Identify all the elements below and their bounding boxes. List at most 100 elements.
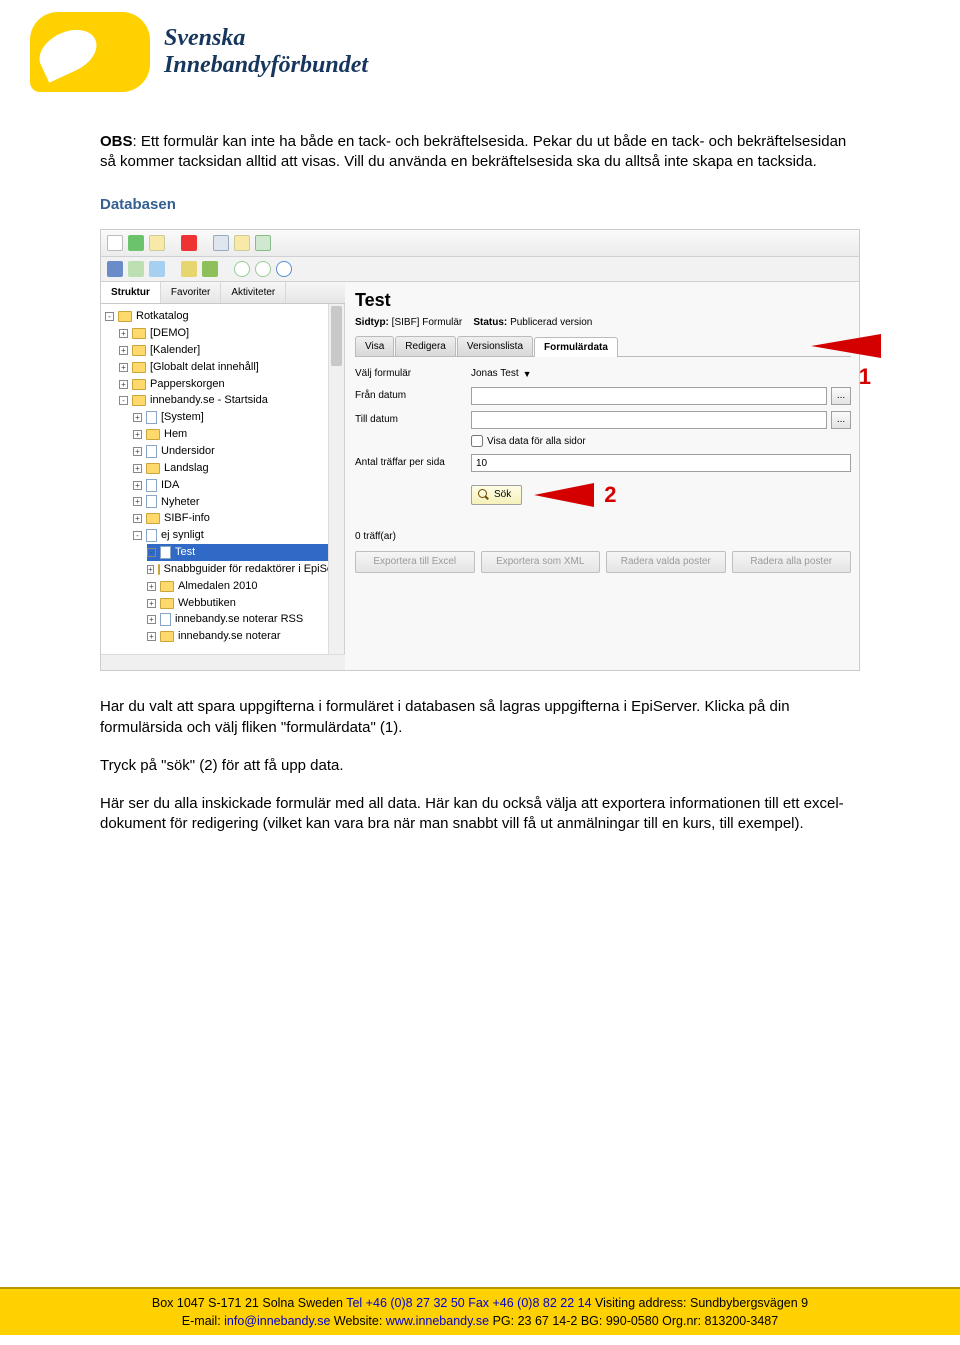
- tree-node[interactable]: +Undersidor: [133, 443, 342, 460]
- tree-toggle-icon[interactable]: +: [133, 514, 142, 523]
- footer-web-label: Website:: [330, 1314, 385, 1328]
- tree-toggle-icon[interactable]: +: [133, 430, 142, 439]
- input-fran-datum[interactable]: [471, 387, 827, 405]
- chevron-down-icon: ▼: [523, 368, 532, 380]
- reload-icon[interactable]: [255, 261, 271, 277]
- tree-node-label: Webbutiken: [178, 596, 236, 611]
- tree-toggle-icon[interactable]: +: [119, 363, 128, 372]
- folder-icon: [132, 379, 146, 390]
- folder-icon: [118, 311, 132, 322]
- tree-node[interactable]: + [DEMO]: [119, 325, 342, 342]
- tab-favoriter[interactable]: Favoriter: [161, 282, 221, 304]
- tree-node[interactable]: -innebandy.se - Startsida: [119, 392, 342, 409]
- tree-node-label: [Kalender]: [150, 343, 200, 358]
- footer-line-1: Box 1047 S-171 21 Solna Sweden Tel +46 (…: [30, 1295, 930, 1313]
- page-icon[interactable]: [128, 261, 144, 277]
- globe-icon[interactable]: [276, 261, 292, 277]
- view-icon[interactable]: [107, 261, 123, 277]
- clipboard-icon[interactable]: [234, 235, 250, 251]
- folder-icon: [146, 513, 160, 524]
- tree-node[interactable]: -ej synligt: [133, 527, 342, 544]
- rtab-redigera[interactable]: Redigera: [395, 336, 456, 357]
- paste-icon[interactable]: [149, 235, 165, 251]
- delete-icon[interactable]: [181, 235, 197, 251]
- sok-button[interactable]: Sök: [471, 485, 522, 505]
- tree-toggle-icon[interactable]: +: [119, 329, 128, 338]
- select-formular[interactable]: Jonas Test ▼: [471, 367, 851, 381]
- copy-icon[interactable]: [213, 235, 229, 251]
- tab-aktiviteter[interactable]: Aktiviteter: [221, 282, 286, 304]
- export-xml-button[interactable]: Exportera som XML: [481, 551, 601, 573]
- tree-node[interactable]: +Almedalen 2010: [147, 578, 342, 595]
- tree-toggle-icon[interactable]: -: [119, 396, 128, 405]
- tree-node[interactable]: +Hem: [133, 426, 342, 443]
- tree-toggle-icon[interactable]: -: [147, 548, 156, 557]
- tree-node[interactable]: +IDA: [133, 477, 342, 494]
- tree-node[interactable]: -Rotkatalog: [105, 308, 342, 325]
- search-icon: [478, 489, 490, 501]
- label-valj: Välj formulär: [355, 367, 465, 381]
- refresh-icon[interactable]: [234, 261, 250, 277]
- tree-toggle-icon[interactable]: +: [133, 481, 142, 490]
- new-page-icon[interactable]: [107, 235, 123, 251]
- tree-toggle-icon[interactable]: -: [105, 312, 114, 321]
- tree-node[interactable]: +[Globalt delat innehåll]: [119, 359, 342, 376]
- tree2-icon[interactable]: [202, 261, 218, 277]
- episerver-screenshot: Struktur Favoriter Aktiviteter -Rotkatal…: [100, 229, 860, 672]
- tree-toggle-icon[interactable]: +: [147, 615, 156, 624]
- tree-toggle-icon[interactable]: +: [133, 497, 142, 506]
- image-icon[interactable]: [149, 261, 165, 277]
- tree1-icon[interactable]: [181, 261, 197, 277]
- tree-toggle-icon[interactable]: +: [147, 632, 156, 641]
- tree-toggle-icon[interactable]: +: [147, 599, 156, 608]
- picker-fran-button[interactable]: ...: [831, 387, 851, 405]
- rtab-visa[interactable]: Visa: [355, 336, 394, 357]
- tree-node-label: Nyheter: [161, 495, 200, 510]
- tree-toggle-icon[interactable]: +: [119, 346, 128, 355]
- meta-status-label: Status:: [473, 317, 507, 328]
- badge-1: 1: [859, 362, 871, 392]
- picker-till-button[interactable]: ...: [831, 411, 851, 429]
- tree-node[interactable]: + Webbutiken: [147, 595, 342, 612]
- tree-toggle-icon[interactable]: +: [133, 464, 142, 473]
- add-icon[interactable]: [128, 235, 144, 251]
- arrow-2-icon: [534, 483, 594, 507]
- input-antal[interactable]: [471, 454, 851, 472]
- tree-node[interactable]: + [Kalender]: [119, 342, 342, 359]
- tree-node-label: [System]: [161, 410, 204, 425]
- tree-hscroll[interactable]: [101, 654, 345, 670]
- tree-node[interactable]: +SIBF-info: [133, 510, 342, 527]
- tree-toggle-icon[interactable]: +: [133, 413, 142, 422]
- list-icon[interactable]: [255, 235, 271, 251]
- tree-node[interactable]: +innebandy.se noterar: [147, 628, 342, 645]
- tree-node[interactable]: +innebandy.se noterar RSS: [147, 611, 342, 628]
- tree-node[interactable]: +Snabbguider för redaktörer i EpiServer: [147, 561, 342, 578]
- delete-selected-button[interactable]: Radera valda poster: [606, 551, 726, 573]
- export-excel-button[interactable]: Exportera till Excel: [355, 551, 475, 573]
- logo-mark: [30, 12, 150, 92]
- tree-node-label: [DEMO]: [150, 326, 189, 341]
- delete-all-button[interactable]: Radera alla poster: [732, 551, 852, 573]
- input-till-datum[interactable]: [471, 411, 827, 429]
- rtab-formulardata[interactable]: Formulärdata: [534, 337, 618, 358]
- tree-node[interactable]: + [System]: [133, 409, 342, 426]
- page-icon: [146, 495, 157, 508]
- tree-toggle-icon[interactable]: +: [147, 582, 156, 591]
- tree-toggle-icon[interactable]: -: [133, 531, 142, 540]
- tree-scrollbar[interactable]: [328, 304, 344, 654]
- rtab-versionslista[interactable]: Versionslista: [457, 336, 533, 357]
- page-tree[interactable]: -Rotkatalog + [DEMO] + [Kalender]+[Globalt d…: [101, 304, 344, 654]
- tree-toggle-icon[interactable]: +: [133, 447, 142, 456]
- page-icon: [160, 546, 171, 559]
- paragraph-2: Har du valt att spara uppgifterna i form…: [100, 697, 860, 738]
- tree-node[interactable]: + Nyheter: [133, 494, 342, 511]
- tree-toggle-icon[interactable]: +: [147, 565, 154, 574]
- folder-icon: [158, 564, 160, 575]
- tree-node[interactable]: -Test: [147, 544, 342, 561]
- tree-toggle-icon[interactable]: +: [119, 380, 128, 389]
- tree-node[interactable]: +Papperskorgen: [119, 376, 342, 393]
- tab-struktur[interactable]: Struktur: [101, 282, 161, 304]
- folder-icon: [132, 345, 146, 356]
- tree-node[interactable]: +Landslag: [133, 460, 342, 477]
- checkbox-visa-alla[interactable]: [471, 435, 483, 447]
